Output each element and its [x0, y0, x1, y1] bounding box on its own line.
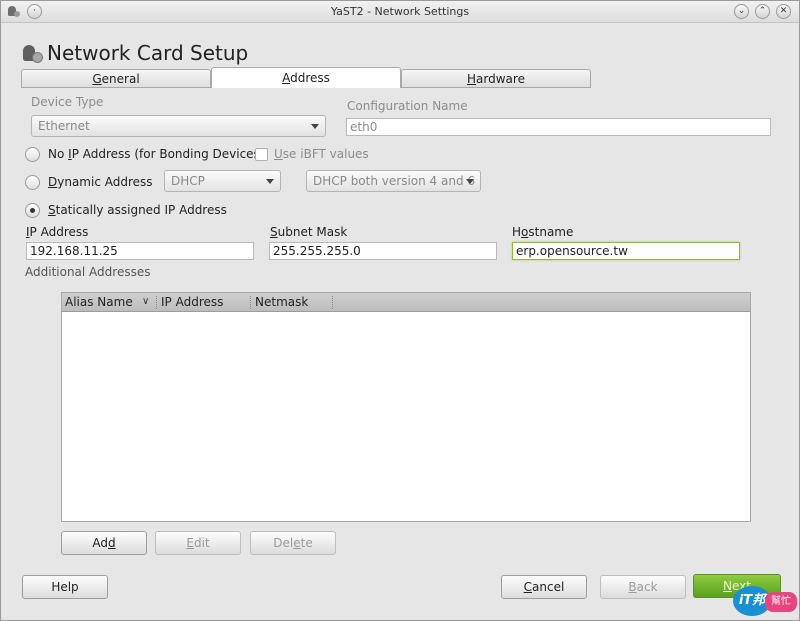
back-button[interactable]: Back	[600, 575, 686, 599]
no-ip-radio[interactable]	[25, 147, 40, 162]
ip-address-label: IP Address	[26, 225, 89, 239]
tab-address[interactable]: Address	[211, 67, 401, 88]
column-ip-address[interactable]: IP Address	[161, 295, 223, 309]
sort-chevron-icon: ∨	[142, 296, 150, 307]
device-type-combo[interactable]: Ethernet	[31, 115, 326, 137]
minimize-icon[interactable]: ⌄	[734, 4, 749, 19]
close-icon[interactable]: ✕	[776, 4, 791, 19]
chevron-down-icon	[466, 179, 474, 184]
device-type-label: Device Type	[31, 95, 104, 109]
maximize-icon[interactable]: ⌃	[755, 4, 770, 19]
ithome-watermark-logo: iT邦 幫忙	[733, 586, 797, 616]
ibft-label: Use iBFT values	[274, 147, 369, 161]
watermark-sub-text: 幫忙	[765, 592, 797, 612]
page-title: Network Card Setup	[47, 41, 249, 65]
dhcp-mode-value: DHCP	[171, 174, 205, 188]
network-card-icon	[21, 42, 43, 64]
dhcp-mode-combo[interactable]: DHCP	[164, 170, 281, 192]
delete-button[interactable]: Delete	[250, 531, 336, 555]
chevron-down-icon	[266, 179, 274, 184]
yast-window: · YaST2 - Network Settings ⌄ ⌃ ✕ Network…	[0, 0, 800, 621]
dynamic-address-radio[interactable]	[25, 175, 40, 190]
dhcp-version-value: DHCP both version 4 and 6	[313, 174, 476, 188]
column-alias-name[interactable]: Alias Name	[65, 295, 133, 309]
column-netmask[interactable]: Netmask	[255, 295, 308, 309]
title-bar: · YaST2 - Network Settings ⌄ ⌃ ✕	[1, 1, 799, 23]
help-button[interactable]: Help	[22, 575, 108, 599]
dhcp-version-combo[interactable]: DHCP both version 4 and 6	[306, 170, 481, 192]
add-button[interactable]: Add	[61, 531, 147, 555]
edit-button[interactable]: Edit	[155, 531, 241, 555]
config-name-input[interactable]: eth0	[346, 118, 771, 136]
chevron-down-icon	[311, 124, 319, 129]
table-header: Alias Name ∨ IP Address Netmask	[62, 293, 750, 312]
additional-addresses-label: Additional Addresses	[25, 265, 151, 279]
column-separator	[250, 296, 251, 309]
tab-hardware[interactable]: Hardware	[401, 69, 591, 88]
column-separator	[332, 296, 333, 309]
hostname-label: Hostname	[512, 225, 574, 239]
device-type-value: Ethernet	[38, 119, 90, 133]
static-address-radio[interactable]	[25, 203, 40, 218]
config-name-label: Configuration Name	[347, 99, 468, 113]
window-title: YaST2 - Network Settings	[330, 5, 470, 18]
ibft-checkbox[interactable]	[255, 148, 268, 161]
hostname-input[interactable]: erp.opensource.tw	[512, 242, 740, 260]
ip-address-input[interactable]: 192.168.11.25	[26, 242, 254, 260]
additional-addresses-table[interactable]: Alias Name ∨ IP Address Netmask	[61, 292, 751, 522]
cancel-button[interactable]: Cancel	[501, 575, 587, 599]
no-ip-label: No IP Address (for Bonding Devices)	[48, 147, 265, 161]
static-address-label: Statically assigned IP Address	[48, 203, 227, 217]
dynamic-address-label: Dynamic Address	[48, 175, 153, 189]
dialog-heading: Network Card Setup	[21, 41, 248, 65]
subnet-mask-input[interactable]: 255.255.255.0	[269, 242, 497, 260]
tab-bar: General Address Hardware	[21, 67, 591, 88]
subnet-mask-label: Subnet Mask	[270, 225, 348, 239]
tab-general[interactable]: General	[21, 69, 211, 88]
column-separator	[156, 296, 157, 309]
